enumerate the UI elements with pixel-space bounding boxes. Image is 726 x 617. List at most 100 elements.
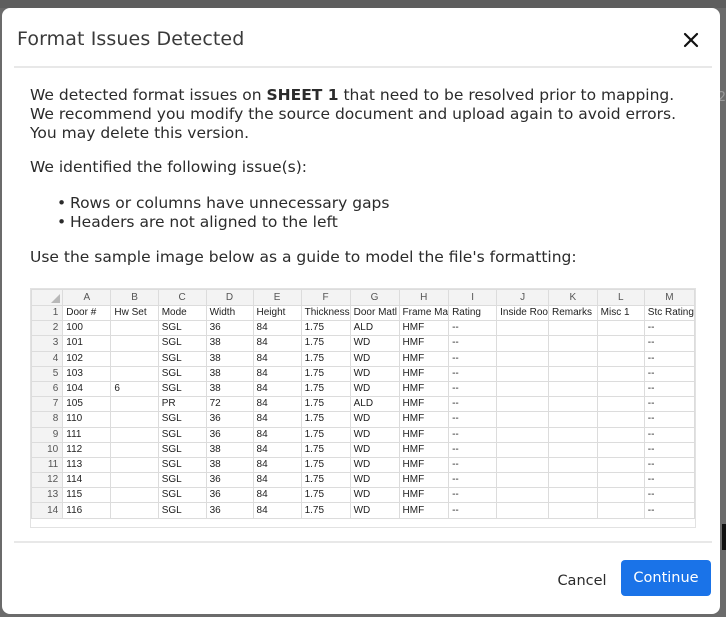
table-cell (547, 380, 598, 398)
table-cell: HMF (398, 456, 450, 474)
table-cell: WD (349, 426, 400, 443)
table-row: 14 116 SGL 36 84 1.75 WD HMF -- -- (31, 502, 695, 519)
table-cell: 84 (252, 350, 302, 367)
table-cell: 113 (62, 456, 112, 474)
table-cell (110, 396, 159, 413)
table-cell: HMF (398, 380, 450, 398)
table-cell: -- (448, 365, 498, 382)
close-button[interactable] (680, 29, 702, 51)
row-number: 11 (31, 456, 64, 474)
bullet-icon: • (57, 194, 67, 212)
table-cell (496, 335, 549, 352)
table-cell: 38 (205, 380, 254, 398)
dialog-body: We detected format issues on SHEET 1 tha… (30, 86, 700, 266)
sheet-header-cell: Remarks (547, 304, 598, 322)
table-cell (547, 426, 598, 443)
column-letter: C (157, 289, 207, 306)
table-cell: 104 (62, 380, 112, 398)
table-cell (547, 396, 598, 413)
table-cell: -- (448, 320, 498, 337)
table-cell: WD (349, 472, 400, 489)
table-cell: 1.75 (300, 350, 351, 367)
intro-line2: We recommend you modify the source docum… (30, 105, 677, 123)
table-cell: 36 (205, 426, 254, 443)
table-cell: -- (448, 335, 498, 352)
column-letter: B (110, 289, 159, 306)
table-cell: SGL (157, 487, 207, 504)
table-cell (596, 487, 645, 504)
table-cell: -- (643, 487, 695, 504)
sheet-header-cell: Stc Rating (643, 304, 695, 322)
table-cell (596, 365, 645, 382)
select-all-corner (31, 289, 64, 306)
table-cell: SGL (157, 350, 207, 367)
sample-spreadsheet-table: ABCDEFGHIJKLM 1 Door # Hw Set Mode Width Heig… (31, 289, 695, 519)
cancel-button[interactable]: Cancel (550, 566, 614, 596)
table-cell: 1.75 (300, 396, 351, 413)
table-cell: 1.75 (300, 487, 351, 504)
table-cell: -- (643, 472, 695, 489)
table-cell: ALD (349, 320, 400, 337)
table-cell (496, 502, 549, 519)
table-cell (496, 426, 549, 443)
table-cell: SGL (157, 456, 207, 474)
table-cell: SGL (157, 472, 207, 489)
table-cell: HMF (398, 502, 450, 519)
table-cell: 116 (62, 502, 112, 519)
table-cell: 6 (110, 380, 159, 398)
table-cell: WD (349, 335, 400, 352)
table-cell (110, 472, 159, 489)
footer-divider (14, 541, 712, 543)
table-cell: 1.75 (300, 441, 351, 458)
table-cell: 1.75 (300, 502, 351, 519)
sheet-header-cell: Door # (62, 304, 112, 322)
continue-button[interactable]: Continue (621, 560, 711, 596)
table-cell: -- (448, 380, 498, 398)
dialog-footer: Cancel Continue (2, 546, 720, 614)
table-cell: ALD (349, 396, 400, 413)
guide-text: Use the sample image below as a guide to… (30, 248, 577, 266)
table-cell: 84 (252, 472, 302, 489)
sheet-header-cell: Mode (157, 304, 207, 322)
dialog-title: Format Issues Detected (17, 28, 245, 50)
table-cell: -- (448, 426, 498, 443)
table-cell (547, 365, 598, 382)
background-scroll-marker (722, 524, 726, 550)
table-cell: HMF (398, 396, 450, 413)
table-cell: 38 (205, 441, 254, 458)
table-cell: -- (643, 320, 695, 337)
table-cell: 36 (205, 502, 254, 519)
table-cell (596, 472, 645, 489)
table-cell: -- (643, 441, 695, 458)
table-cell: WD (349, 365, 400, 382)
table-cell (110, 426, 159, 443)
table-cell (547, 411, 598, 428)
table-cell: -- (448, 411, 498, 428)
column-letter: K (547, 289, 598, 306)
column-letter: E (252, 289, 302, 306)
table-row: 8 110 SGL 36 84 1.75 WD HMF -- -- (31, 411, 695, 428)
table-cell: 36 (205, 411, 254, 428)
table-cell: -- (448, 441, 498, 458)
column-letter: M (643, 289, 695, 306)
issues-heading: We identified the following issue(s): (30, 158, 308, 176)
row-number: 3 (31, 335, 64, 352)
table-cell (110, 365, 159, 382)
row-number: 2 (31, 320, 64, 337)
column-letter: J (496, 289, 549, 306)
sheet-header-cell: Height (252, 304, 302, 322)
table-cell (496, 472, 549, 489)
table-cell: 1.75 (300, 456, 351, 474)
table-cell (596, 502, 645, 519)
table-cell: HMF (398, 441, 450, 458)
table-cell: -- (448, 487, 498, 504)
table-cell: -- (448, 472, 498, 489)
row-number: 6 (31, 380, 64, 398)
column-letter: F (300, 289, 351, 306)
row-number: 14 (31, 502, 64, 519)
dialog-header: Format Issues Detected (2, 8, 720, 66)
table-cell: -- (643, 380, 695, 398)
table-cell (496, 380, 549, 398)
table-cell: 84 (252, 502, 302, 519)
table-row: 13 115 SGL 36 84 1.75 WD HMF -- -- (31, 487, 695, 504)
